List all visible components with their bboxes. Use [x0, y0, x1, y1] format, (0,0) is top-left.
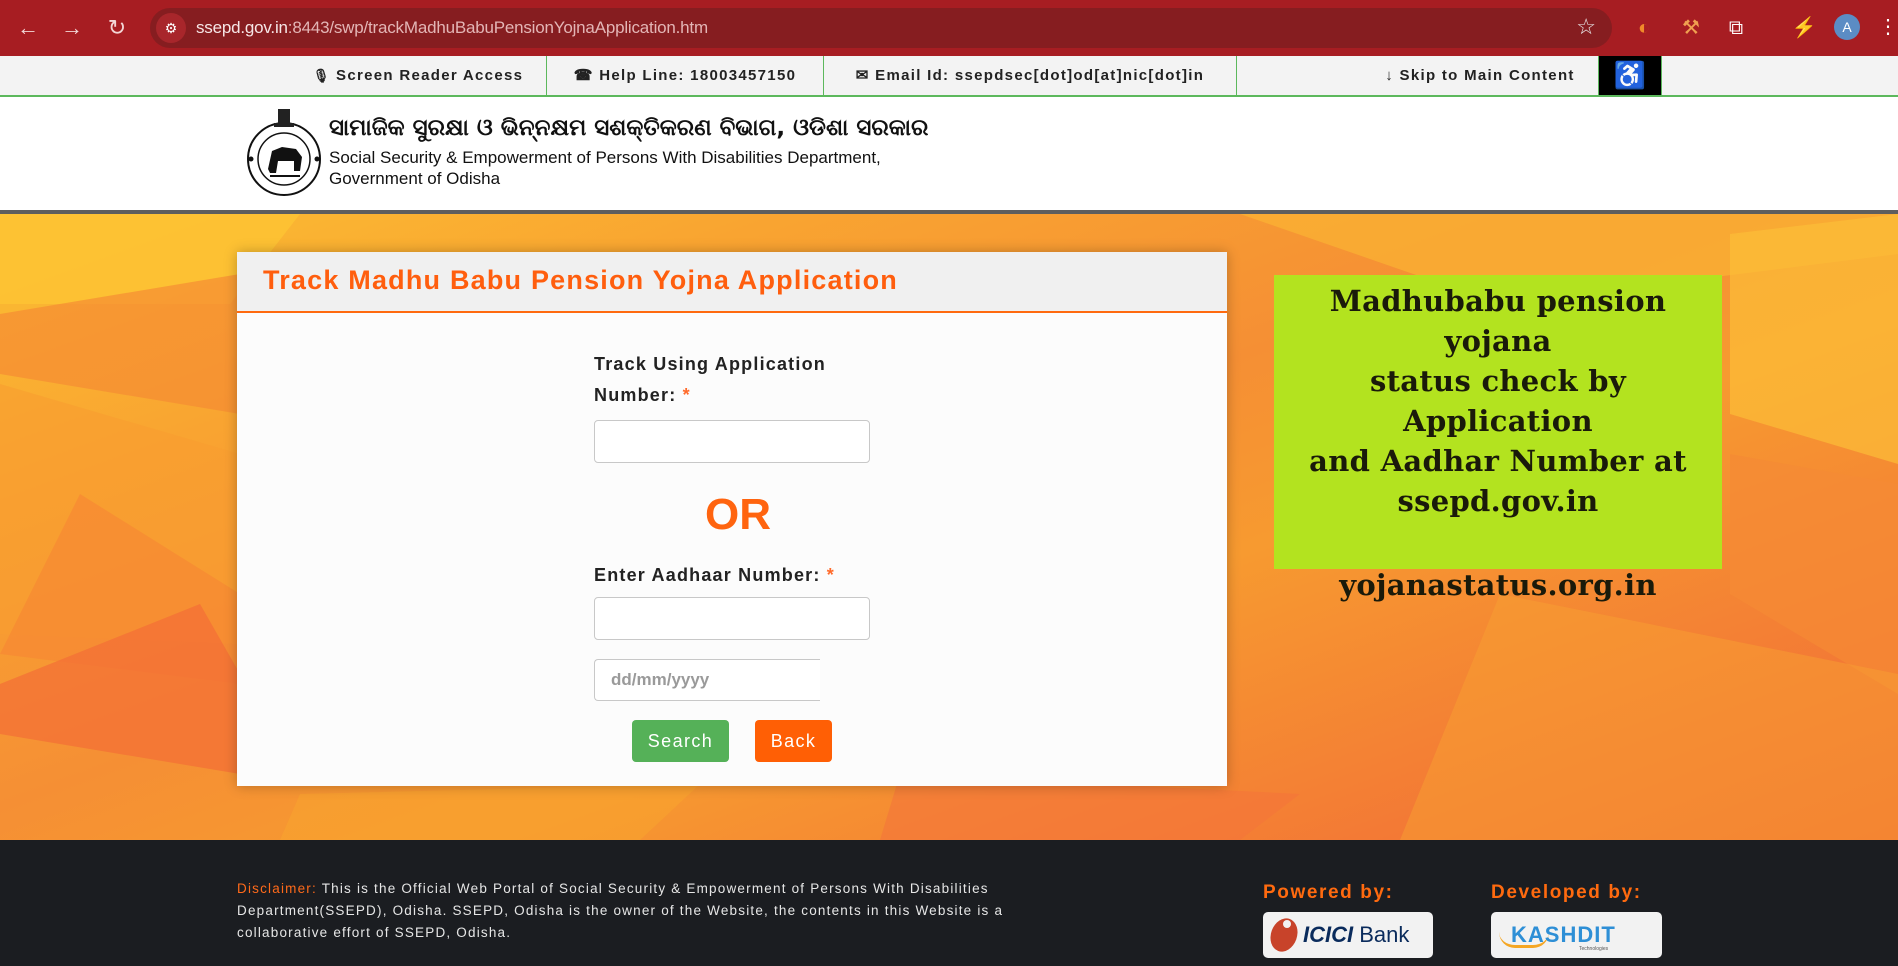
or-separator: OR [705, 490, 771, 539]
screen-reader-label: Screen Reader Access [336, 67, 524, 84]
screen-reader-link[interactable]: 🎙 Screen Reader Access [290, 56, 546, 95]
microphone-icon: 🎙 [312, 68, 331, 83]
url-text[interactable]: ssepd.gov.in:8443/swp/trackMadhuBabuPens… [196, 18, 708, 38]
browser-toolbar: ← → ↻ ⚙ ssepd.gov.in:8443/swp/trackMadhu… [0, 0, 1898, 56]
required-asterisk: * [826, 565, 835, 585]
utility-strip: 🎙 Screen Reader Access ☎ Help Line: 1800… [0, 56, 1898, 97]
extensions-puzzle-icon[interactable]: ⧉ [1722, 14, 1750, 42]
promo-banner: Madhubabu pension yojana status check by… [1274, 275, 1722, 602]
label-text: Number: [594, 385, 677, 405]
icici-bank-word: Bank [1359, 922, 1410, 947]
url-path: :8443/swp/trackMadhuBabuPensionYojnaAppl… [287, 18, 708, 37]
site-header: ସାମାଜିକ ସୁରକ୍ଷା ଓ ଭିନ୍ନକ୍ଷମ ସଶକ୍ତିକରଣ ବି… [0, 97, 1898, 210]
email-link[interactable]: ✉ Email Id: ssepdsec[dot]od[at]nic[dot]i… [824, 56, 1236, 95]
page-title: Track Madhu Babu Pension Yojna Applicati… [263, 265, 898, 295]
icici-wordmark: ICICI Bank [1303, 922, 1409, 948]
search-button[interactable]: Search [632, 720, 729, 762]
divider [1236, 56, 1237, 95]
department-title-line2: Government of Odisha [329, 169, 501, 188]
disclaimer-label: Disclaimer: [237, 881, 317, 896]
application-number-label-line1: Track Using Application [594, 354, 826, 374]
kashdit-wordmark: KASHDIT [1511, 922, 1616, 947]
department-title: Social Security & Empowerment of Persons… [329, 147, 881, 189]
extension-icon-2[interactable]: ⚒ [1677, 14, 1705, 42]
reload-icon[interactable]: ↻ [101, 12, 133, 44]
developed-by-label: Developed by: [1491, 882, 1642, 903]
skip-to-content-link[interactable]: ↓ Skip to Main Content [1370, 56, 1590, 95]
mail-icon: ✉ [855, 67, 870, 84]
kashdit-tagline: Technologies [1579, 946, 1609, 952]
phone-icon: ☎ [573, 67, 594, 84]
profile-avatar[interactable]: A [1834, 14, 1860, 40]
back-button[interactable]: Back [755, 720, 832, 762]
required-asterisk: * [682, 385, 691, 405]
department-title-line1: Social Security & Empowerment of Persons… [329, 148, 881, 167]
aadhaar-number-label: Enter Aadhaar Number: * [594, 560, 835, 591]
disclaimer-body: This is the Official Web Portal of Socia… [237, 881, 1004, 940]
back-icon[interactable]: ← [12, 12, 44, 44]
skip-label: Skip to Main Content [1399, 67, 1575, 84]
icici-dot-icon [1283, 920, 1291, 928]
helpline-link[interactable]: ☎ Help Line: 18003457150 [547, 56, 823, 95]
promo-line-2: status check by Application [1369, 364, 1627, 438]
accessibility-button[interactable]: ♿ [1598, 56, 1662, 95]
url-host: ssepd.gov.in [196, 18, 288, 37]
promo-line-1: Madhubabu pension yojana [1329, 284, 1667, 358]
promo-line-4: ssepd.gov.in [1397, 484, 1599, 518]
application-number-label: Track Using Application Number: * [594, 349, 826, 411]
odisha-emblem-logo[interactable] [244, 107, 324, 201]
application-number-input[interactable] [594, 420, 870, 463]
forward-icon[interactable]: → [56, 12, 88, 44]
odia-department-title: ସାମାଜିକ ସୁରକ୍ଷା ଓ ଭିନ୍ନକ୍ଷମ ସଶକ୍ତିକରଣ ବି… [329, 115, 929, 141]
icici-brand: ICICI [1303, 922, 1354, 947]
wheelchair-icon: ♿ [1613, 60, 1647, 90]
kashdit-logo[interactable]: KASHDIT Technologies [1491, 912, 1662, 958]
date-of-birth-input[interactable]: dd/mm/yyyy [594, 659, 820, 701]
card-header: Track Madhu Babu Pension Yojna Applicati… [237, 252, 1227, 313]
site-info-icon[interactable]: ⚙ [156, 13, 186, 43]
label-text: Enter Aadhaar Number: [594, 565, 821, 585]
arrow-down-icon: ↓ [1385, 67, 1395, 84]
date-placeholder: dd/mm/yyyy [611, 670, 710, 689]
browser-menu-icon[interactable]: ⋮ [1878, 14, 1898, 40]
promo-site: yojanastatus.org.in [1339, 568, 1657, 602]
helpline-label: Help Line: 18003457150 [599, 67, 797, 84]
address-bar[interactable]: ⚙ ssepd.gov.in:8443/swp/trackMadhuBabuPe… [150, 8, 1612, 48]
disclaimer-text: Disclaimer: This is the Official Web Por… [237, 878, 1077, 944]
icici-bank-logo[interactable]: ICICI Bank [1263, 912, 1433, 958]
powered-by-label: Powered by: [1263, 882, 1394, 903]
application-number-label-line2: Number: * [594, 380, 826, 411]
extension-icon-1[interactable]: ◐ [1630, 14, 1658, 42]
aadhaar-number-input[interactable] [594, 597, 870, 640]
promo-line-3: and Aadhar Number at [1309, 444, 1687, 478]
email-label: Email Id: ssepdsec[dot]od[at]nic[dot]in [875, 67, 1205, 84]
extension-icon-3[interactable]: ⚡ [1790, 14, 1818, 42]
bookmark-star-icon[interactable]: ☆ [1576, 14, 1596, 40]
site-footer: Disclaimer: This is the Official Web Por… [0, 840, 1898, 966]
